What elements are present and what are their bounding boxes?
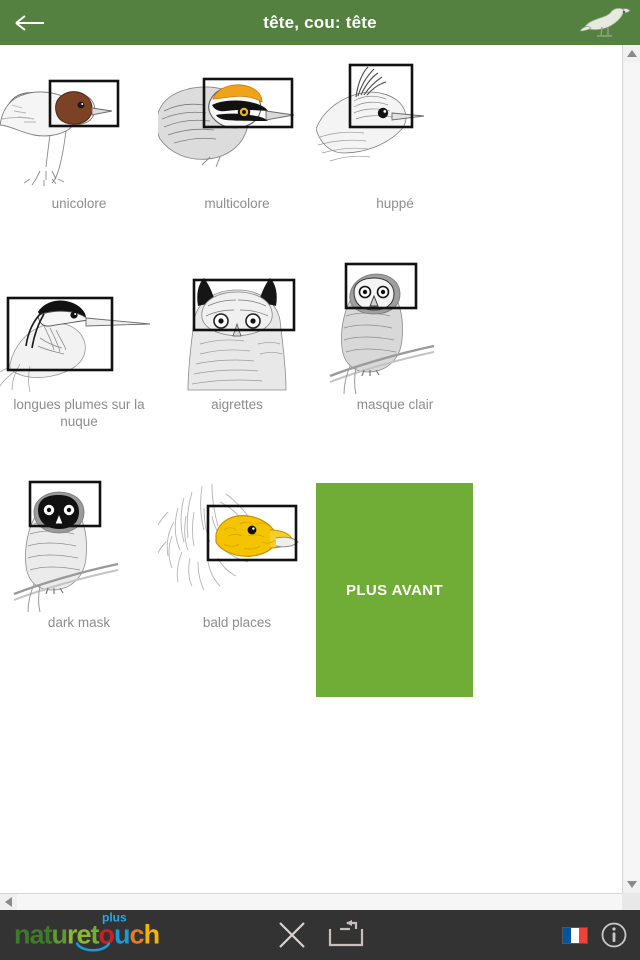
option-label: huppé bbox=[376, 196, 414, 211]
heron-head-long-nape-feathers-icon bbox=[0, 296, 151, 393]
bird-head-orange-multicolour-icon bbox=[158, 77, 295, 168]
page-title: tête, cou: tête bbox=[263, 12, 377, 32]
thumb-longues-plumes bbox=[0, 254, 158, 394]
vulture-head-bald-yellow-icon bbox=[158, 483, 299, 591]
horizontal-scrollbar-track[interactable] bbox=[17, 894, 623, 910]
options-grid: unicolore multicolore huppé longues plum… bbox=[0, 53, 622, 697]
scroll-down-button[interactable] bbox=[623, 876, 640, 893]
thumb-dark-mask bbox=[0, 472, 158, 612]
owl-head-ear-tufts-icon bbox=[187, 278, 296, 391]
option-cell-longues-plumes[interactable]: longues plumes sur la nuque bbox=[0, 254, 158, 430]
thumb-multicolore bbox=[158, 53, 316, 193]
app-header: tête, cou: tête bbox=[0, 0, 640, 45]
info-button[interactable] bbox=[600, 921, 628, 949]
bird-icon[interactable] bbox=[578, 3, 634, 43]
bird-head-brown-unicolour-icon bbox=[0, 79, 120, 186]
grid-row: dark mask bald places PLUS AVANT bbox=[0, 472, 622, 697]
owl-pale-facial-mask-icon bbox=[329, 262, 435, 394]
arrow-left-icon bbox=[15, 14, 44, 31]
scrollbar-corner bbox=[622, 893, 640, 910]
thumb-huppe bbox=[316, 53, 474, 193]
triangle-down-icon bbox=[627, 881, 637, 888]
logo-part-u: u bbox=[51, 919, 68, 950]
grid-row: unicolore multicolore huppé bbox=[0, 53, 622, 212]
option-cell-aigrettes[interactable]: aigrettes bbox=[158, 254, 316, 430]
plus-avant-button[interactable]: PLUS AVANT bbox=[316, 483, 473, 697]
naturetouch-logo[interactable]: nat u re t o u c h plus bbox=[14, 912, 160, 952]
back-button[interactable] bbox=[10, 8, 50, 38]
grid-spacer bbox=[473, 472, 622, 697]
close-button[interactable] bbox=[272, 915, 312, 955]
option-label: longues plumes sur la nuque bbox=[13, 397, 145, 429]
option-cell-unicolore[interactable]: unicolore bbox=[0, 53, 158, 212]
scroll-up-button[interactable] bbox=[623, 45, 640, 62]
logo-part-nat: nat bbox=[14, 919, 52, 950]
plus-avant-cell: PLUS AVANT bbox=[316, 472, 473, 697]
vertical-scrollbar-track[interactable] bbox=[624, 62, 640, 880]
bird-head-crested-icon bbox=[316, 63, 425, 162]
language-flag-button[interactable] bbox=[562, 926, 588, 944]
thumb-bald-places bbox=[158, 472, 316, 612]
option-label: multicolore bbox=[204, 196, 270, 211]
option-label: aigrettes bbox=[211, 397, 263, 412]
bottom-toolbar: nat u re t o u c h plus bbox=[0, 910, 640, 960]
horizontal-scrollbar[interactable] bbox=[0, 893, 640, 910]
bird-glyph-icon bbox=[580, 7, 631, 37]
grid-row: longues plumes sur la nuque aigrettes ma… bbox=[0, 254, 622, 430]
close-icon bbox=[279, 922, 305, 948]
option-cell-masque-clair[interactable]: masque clair bbox=[316, 254, 474, 430]
grid-spacer bbox=[474, 53, 622, 212]
option-label: unicolore bbox=[51, 196, 107, 211]
logo-plus-superscript: plus bbox=[102, 910, 127, 925]
option-cell-huppe[interactable]: huppé bbox=[316, 53, 474, 212]
triangle-up-icon bbox=[627, 50, 637, 57]
french-flag-icon bbox=[562, 926, 588, 944]
return-box-icon bbox=[328, 920, 364, 947]
thumb-aigrettes bbox=[158, 254, 316, 394]
app-root: tête, cou: tête unicolore multicolore hu… bbox=[0, 0, 640, 960]
logo-swoosh-icon bbox=[76, 942, 110, 952]
scroll-left-button[interactable] bbox=[0, 894, 17, 910]
logo-part-u2: u bbox=[114, 919, 130, 950]
thumb-unicolore bbox=[0, 53, 158, 193]
option-label: masque clair bbox=[356, 397, 434, 412]
return-button[interactable] bbox=[324, 915, 368, 955]
triangle-left-icon bbox=[5, 897, 12, 907]
vertical-scrollbar[interactable] bbox=[622, 45, 640, 893]
thumb-masque-clair bbox=[316, 254, 474, 394]
option-label: dark mask bbox=[47, 615, 111, 630]
grid-spacer bbox=[474, 254, 622, 430]
option-label: bald places bbox=[202, 615, 272, 630]
content-scroll-area[interactable]: unicolore multicolore huppé longues plum… bbox=[0, 45, 622, 893]
owl-dark-facial-mask-icon bbox=[13, 480, 119, 612]
logo-part-c: c bbox=[129, 919, 145, 950]
option-cell-dark-mask[interactable]: dark mask bbox=[0, 472, 158, 697]
option-cell-bald-places[interactable]: bald places bbox=[158, 472, 316, 697]
info-icon bbox=[601, 922, 627, 948]
logo-part-h: h bbox=[143, 919, 160, 950]
option-cell-multicolore[interactable]: multicolore bbox=[158, 53, 316, 212]
